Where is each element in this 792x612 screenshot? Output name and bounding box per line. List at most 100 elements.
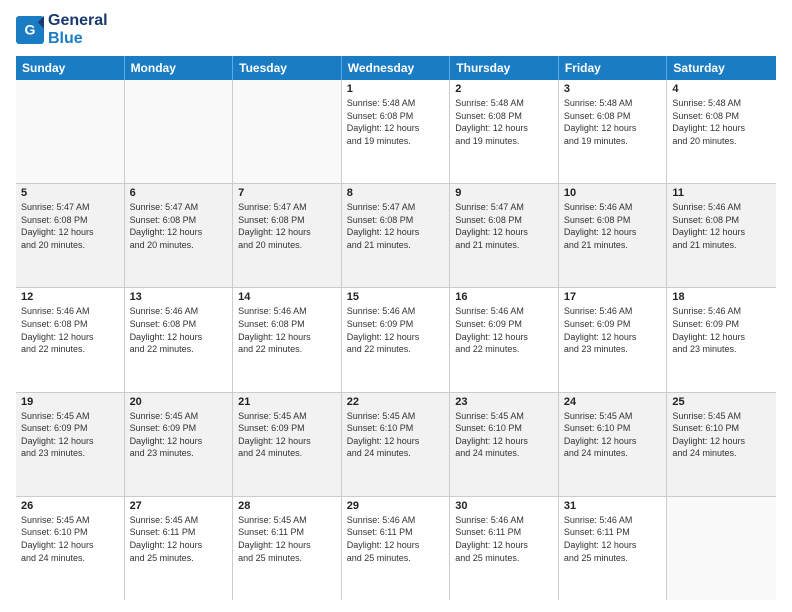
day-info: Sunrise: 5:45 AM Sunset: 6:10 PM Dayligh… [672, 410, 771, 460]
day-number: 15 [347, 291, 445, 303]
calendar-cell: 26Sunrise: 5:45 AM Sunset: 6:10 PM Dayli… [16, 497, 125, 600]
day-number: 7 [238, 187, 336, 199]
day-info: Sunrise: 5:46 AM Sunset: 6:09 PM Dayligh… [672, 305, 771, 355]
day-number: 28 [238, 500, 336, 512]
calendar-week: 1 Sunrise: 5:48 AM Sunset: 6:08 PM Daylig… [16, 80, 776, 184]
calendar-cell: 30 Sunrise: 5:46 AM Sunset: 6:11 PM Dayli… [450, 497, 559, 600]
calendar-cell: 24 Sunrise: 5:45 AM Sunset: 6:10 PM Dayli… [559, 393, 668, 496]
day-number: 14 [238, 291, 336, 303]
day-number: 16 [455, 291, 553, 303]
day-info: Sunrise: 5:48 AM Sunset: 6:08 PM Dayligh… [455, 97, 553, 147]
day-number: 29 [347, 500, 445, 512]
day-info: Sunrise: 5:46 AM Sunset: 6:11 PM Dayligh… [347, 514, 445, 564]
day-info: Sunrise: 5:45 AM Sunset: 6:11 PM Dayligh… [238, 514, 336, 564]
calendar-cell: 29 Sunrise: 5:46 AM Sunset: 6:11 PM Dayli… [342, 497, 451, 600]
day-info: Sunrise: 5:48 AM Sunset: 6:08 PM Dayligh… [564, 97, 662, 147]
calendar-cell: 3 Sunrise: 5:48 AM Sunset: 6:08 PM Daylig… [559, 80, 668, 183]
day-number: 26 [21, 500, 119, 512]
day-number: 20 [130, 396, 228, 408]
day-number: 25 [672, 396, 771, 408]
calendar-cell: 17 Sunrise: 5:46 AM Sunset: 6:09 PM Dayli… [559, 288, 668, 391]
day-info: Sunrise: 5:46 AM Sunset: 6:09 PM Dayligh… [347, 305, 445, 355]
day-number: 19 [21, 396, 119, 408]
calendar-cell: 18 Sunrise: 5:46 AM Sunset: 6:09 PM Dayli… [667, 288, 776, 391]
calendar: SundayMondayTuesdayWednesdayThursdayFrid… [16, 56, 776, 600]
day-number: 30 [455, 500, 553, 512]
day-info: Sunrise: 5:47 AM Sunset: 6:08 PM Dayligh… [347, 201, 445, 251]
calendar-cell: 10 Sunrise: 5:46 AM Sunset: 6:08 PM Dayli… [559, 184, 668, 287]
page: G General Blue SundayMondayTuesdayWednes… [0, 0, 792, 612]
day-info: Sunrise: 5:46 AM Sunset: 6:09 PM Dayligh… [564, 305, 662, 355]
calendar-cell: 4 Sunrise: 5:48 AM Sunset: 6:08 PM Daylig… [667, 80, 776, 183]
day-number: 10 [564, 187, 662, 199]
day-number: 9 [455, 187, 553, 199]
header: G General Blue [16, 12, 776, 48]
day-number: 21 [238, 396, 336, 408]
calendar-cell [667, 497, 776, 600]
weekday-header: Tuesday [233, 56, 342, 80]
day-info: Sunrise: 5:45 AM Sunset: 6:09 PM Dayligh… [130, 410, 228, 460]
day-number: 5 [21, 187, 119, 199]
day-info: Sunrise: 5:45 AM Sunset: 6:10 PM Dayligh… [564, 410, 662, 460]
day-number: 12 [21, 291, 119, 303]
day-number: 3 [564, 83, 662, 95]
calendar-cell: 23Sunrise: 5:45 AM Sunset: 6:10 PM Dayli… [450, 393, 559, 496]
calendar-cell: 8Sunrise: 5:47 AM Sunset: 6:08 PM Daylig… [342, 184, 451, 287]
day-info: Sunrise: 5:48 AM Sunset: 6:08 PM Dayligh… [672, 97, 771, 147]
calendar-cell: 31 Sunrise: 5:46 AM Sunset: 6:11 PM Dayli… [559, 497, 668, 600]
calendar-cell [125, 80, 234, 183]
calendar-cell: 7 Sunrise: 5:47 AM Sunset: 6:08 PM Daylig… [233, 184, 342, 287]
calendar-cell: 22Sunrise: 5:45 AM Sunset: 6:10 PM Dayli… [342, 393, 451, 496]
day-info: Sunrise: 5:48 AM Sunset: 6:08 PM Dayligh… [347, 97, 445, 147]
day-info: Sunrise: 5:46 AM Sunset: 6:11 PM Dayligh… [564, 514, 662, 564]
svg-text:G: G [25, 22, 36, 38]
calendar-week: 5 Sunrise: 5:47 AM Sunset: 6:08 PM Daylig… [16, 184, 776, 288]
day-number: 11 [672, 187, 771, 199]
day-info: Sunrise: 5:45 AM Sunset: 6:09 PM Dayligh… [238, 410, 336, 460]
calendar-body: 1 Sunrise: 5:48 AM Sunset: 6:08 PM Daylig… [16, 80, 776, 600]
weekday-header: Sunday [16, 56, 125, 80]
calendar-cell: 16 Sunrise: 5:46 AM Sunset: 6:09 PM Dayli… [450, 288, 559, 391]
day-info: Sunrise: 5:47 AM Sunset: 6:08 PM Dayligh… [238, 201, 336, 251]
day-number: 4 [672, 83, 771, 95]
calendar-cell: 13Sunrise: 5:46 AM Sunset: 6:08 PM Dayli… [125, 288, 234, 391]
weekday-header: Monday [125, 56, 234, 80]
calendar-cell: 9 Sunrise: 5:47 AM Sunset: 6:08 PM Daylig… [450, 184, 559, 287]
calendar-cell [233, 80, 342, 183]
day-number: 31 [564, 500, 662, 512]
day-info: Sunrise: 5:46 AM Sunset: 6:08 PM Dayligh… [21, 305, 119, 355]
day-number: 2 [455, 83, 553, 95]
calendar-cell: 2 Sunrise: 5:48 AM Sunset: 6:08 PM Daylig… [450, 80, 559, 183]
calendar-week: 26Sunrise: 5:45 AM Sunset: 6:10 PM Dayli… [16, 497, 776, 600]
logo-text: General Blue [48, 12, 108, 48]
weekday-header: Saturday [667, 56, 776, 80]
calendar-cell: 12 Sunrise: 5:46 AM Sunset: 6:08 PM Dayli… [16, 288, 125, 391]
day-number: 1 [347, 83, 445, 95]
day-info: Sunrise: 5:45 AM Sunset: 6:09 PM Dayligh… [21, 410, 119, 460]
calendar-cell: 5Sunrise: 5:47 AM Sunset: 6:08 PM Daylig… [16, 184, 125, 287]
day-info: Sunrise: 5:46 AM Sunset: 6:08 PM Dayligh… [672, 201, 771, 251]
day-info: Sunrise: 5:46 AM Sunset: 6:08 PM Dayligh… [564, 201, 662, 251]
calendar-header: SundayMondayTuesdayWednesdayThursdayFrid… [16, 56, 776, 80]
calendar-cell: 25 Sunrise: 5:45 AM Sunset: 6:10 PM Dayli… [667, 393, 776, 496]
day-info: Sunrise: 5:45 AM Sunset: 6:10 PM Dayligh… [455, 410, 553, 460]
day-info: Sunrise: 5:46 AM Sunset: 6:09 PM Dayligh… [455, 305, 553, 355]
calendar-cell: 28 Sunrise: 5:45 AM Sunset: 6:11 PM Dayli… [233, 497, 342, 600]
calendar-cell: 1 Sunrise: 5:48 AM Sunset: 6:08 PM Daylig… [342, 80, 451, 183]
logo-icon: G [16, 16, 44, 44]
calendar-week: 12 Sunrise: 5:46 AM Sunset: 6:08 PM Dayli… [16, 288, 776, 392]
calendar-cell: 14Sunrise: 5:46 AM Sunset: 6:08 PM Dayli… [233, 288, 342, 391]
day-number: 6 [130, 187, 228, 199]
day-number: 24 [564, 396, 662, 408]
day-info: Sunrise: 5:46 AM Sunset: 6:11 PM Dayligh… [455, 514, 553, 564]
day-number: 22 [347, 396, 445, 408]
day-number: 17 [564, 291, 662, 303]
weekday-header: Wednesday [342, 56, 451, 80]
day-number: 27 [130, 500, 228, 512]
calendar-cell: 20 Sunrise: 5:45 AM Sunset: 6:09 PM Dayli… [125, 393, 234, 496]
calendar-cell: 11 Sunrise: 5:46 AM Sunset: 6:08 PM Dayli… [667, 184, 776, 287]
weekday-header: Friday [559, 56, 668, 80]
calendar-week: 19 Sunrise: 5:45 AM Sunset: 6:09 PM Dayli… [16, 393, 776, 497]
day-info: Sunrise: 5:47 AM Sunset: 6:08 PM Dayligh… [455, 201, 553, 251]
day-number: 18 [672, 291, 771, 303]
